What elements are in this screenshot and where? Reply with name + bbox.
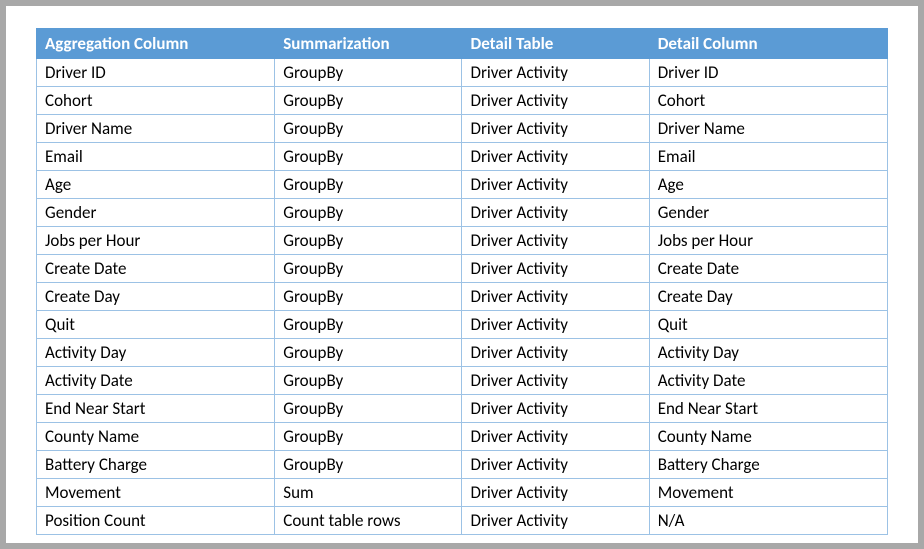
cell-detail-column: End Near Start	[649, 395, 887, 423]
cell-aggregation-column: End Near Start	[37, 395, 275, 423]
cell-summarization: GroupBy	[275, 339, 462, 367]
cell-detail-column: Jobs per Hour	[649, 227, 887, 255]
table-row: Battery ChargeGroupByDriver ActivityBatt…	[37, 451, 888, 479]
cell-detail-table: Driver Activity	[462, 423, 649, 451]
table-row: EmailGroupByDriver ActivityEmail	[37, 143, 888, 171]
cell-summarization: GroupBy	[275, 115, 462, 143]
cell-aggregation-column: Cohort	[37, 87, 275, 115]
header-summarization: Summarization	[275, 29, 462, 59]
table-row: County NameGroupByDriver ActivityCounty …	[37, 423, 888, 451]
cell-summarization: GroupBy	[275, 171, 462, 199]
cell-detail-column: Activity Date	[649, 367, 887, 395]
cell-detail-table: Driver Activity	[462, 283, 649, 311]
table-row: Position CountCount table rowsDriver Act…	[37, 507, 888, 535]
cell-aggregation-column: Movement	[37, 479, 275, 507]
cell-aggregation-column: Gender	[37, 199, 275, 227]
cell-aggregation-column: Battery Charge	[37, 451, 275, 479]
cell-detail-column: N/A	[649, 507, 887, 535]
cell-aggregation-column: Age	[37, 171, 275, 199]
cell-summarization: GroupBy	[275, 367, 462, 395]
cell-detail-column: Age	[649, 171, 887, 199]
cell-detail-column: Gender	[649, 199, 887, 227]
cell-summarization: GroupBy	[275, 395, 462, 423]
table-row: Jobs per HourGroupByDriver ActivityJobs …	[37, 227, 888, 255]
cell-detail-column: Create Date	[649, 255, 887, 283]
table-row: MovementSumDriver ActivityMovement	[37, 479, 888, 507]
cell-summarization: GroupBy	[275, 283, 462, 311]
cell-summarization: GroupBy	[275, 143, 462, 171]
table-row: QuitGroupByDriver ActivityQuit	[37, 311, 888, 339]
cell-detail-table: Driver Activity	[462, 395, 649, 423]
cell-detail-table: Driver Activity	[462, 451, 649, 479]
table-row: GenderGroupByDriver ActivityGender	[37, 199, 888, 227]
cell-detail-table: Driver Activity	[462, 255, 649, 283]
cell-detail-table: Driver Activity	[462, 227, 649, 255]
cell-summarization: GroupBy	[275, 255, 462, 283]
cell-aggregation-column: Create Date	[37, 255, 275, 283]
cell-detail-column: Driver Name	[649, 115, 887, 143]
cell-detail-column: County Name	[649, 423, 887, 451]
cell-detail-column: Movement	[649, 479, 887, 507]
cell-detail-table: Driver Activity	[462, 59, 649, 87]
header-detail-table: Detail Table	[462, 29, 649, 59]
cell-aggregation-column: County Name	[37, 423, 275, 451]
cell-aggregation-column: Activity Date	[37, 367, 275, 395]
cell-summarization: Count table rows	[275, 507, 462, 535]
table-row: Activity DateGroupByDriver ActivityActiv…	[37, 367, 888, 395]
cell-summarization: GroupBy	[275, 311, 462, 339]
cell-detail-table: Driver Activity	[462, 507, 649, 535]
cell-aggregation-column: Position Count	[37, 507, 275, 535]
table-row: Activity DayGroupByDriver ActivityActivi…	[37, 339, 888, 367]
cell-summarization: GroupBy	[275, 199, 462, 227]
cell-detail-table: Driver Activity	[462, 115, 649, 143]
table-row: Driver NameGroupByDriver ActivityDriver …	[37, 115, 888, 143]
header-detail-column: Detail Column	[649, 29, 887, 59]
cell-detail-column: Create Day	[649, 283, 887, 311]
table-row: AgeGroupByDriver ActivityAge	[37, 171, 888, 199]
header-aggregation-column: Aggregation Column	[37, 29, 275, 59]
table-row: CohortGroupByDriver ActivityCohort	[37, 87, 888, 115]
cell-detail-column: Activity Day	[649, 339, 887, 367]
cell-detail-column: Driver ID	[649, 59, 887, 87]
cell-summarization: GroupBy	[275, 87, 462, 115]
table-row: Create DayGroupByDriver ActivityCreate D…	[37, 283, 888, 311]
table-body: Driver IDGroupByDriver ActivityDriver ID…	[37, 59, 888, 535]
cell-detail-table: Driver Activity	[462, 479, 649, 507]
cell-summarization: GroupBy	[275, 59, 462, 87]
cell-detail-table: Driver Activity	[462, 87, 649, 115]
cell-summarization: GroupBy	[275, 227, 462, 255]
table-header-row: Aggregation Column Summarization Detail …	[37, 29, 888, 59]
aggregation-mapping-table: Aggregation Column Summarization Detail …	[36, 28, 888, 535]
document-frame: Aggregation Column Summarization Detail …	[6, 6, 918, 543]
table-row: Driver IDGroupByDriver ActivityDriver ID	[37, 59, 888, 87]
cell-detail-table: Driver Activity	[462, 311, 649, 339]
cell-detail-table: Driver Activity	[462, 367, 649, 395]
cell-summarization: GroupBy	[275, 423, 462, 451]
cell-summarization: Sum	[275, 479, 462, 507]
cell-aggregation-column: Create Day	[37, 283, 275, 311]
cell-detail-column: Battery Charge	[649, 451, 887, 479]
cell-detail-table: Driver Activity	[462, 143, 649, 171]
cell-detail-column: Cohort	[649, 87, 887, 115]
cell-detail-table: Driver Activity	[462, 171, 649, 199]
cell-detail-table: Driver Activity	[462, 339, 649, 367]
table-row: End Near StartGroupByDriver ActivityEnd …	[37, 395, 888, 423]
cell-aggregation-column: Quit	[37, 311, 275, 339]
cell-aggregation-column: Driver ID	[37, 59, 275, 87]
cell-aggregation-column: Email	[37, 143, 275, 171]
cell-aggregation-column: Driver Name	[37, 115, 275, 143]
cell-aggregation-column: Activity Day	[37, 339, 275, 367]
cell-aggregation-column: Jobs per Hour	[37, 227, 275, 255]
cell-detail-table: Driver Activity	[462, 199, 649, 227]
cell-summarization: GroupBy	[275, 451, 462, 479]
cell-detail-column: Email	[649, 143, 887, 171]
table-row: Create DateGroupByDriver ActivityCreate …	[37, 255, 888, 283]
cell-detail-column: Quit	[649, 311, 887, 339]
